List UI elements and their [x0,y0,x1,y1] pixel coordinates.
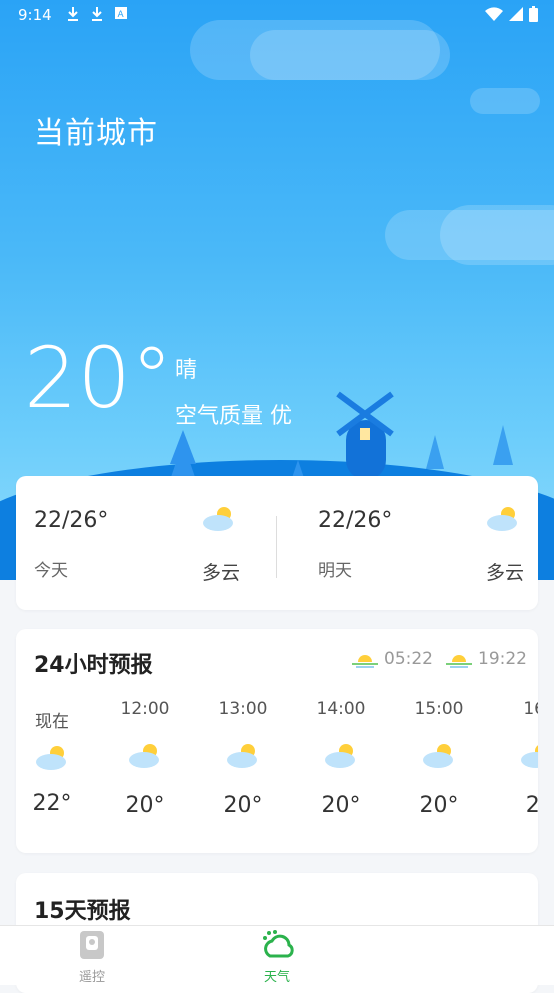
status-time: 9:14 [18,6,52,24]
system-icons [485,6,538,22]
battery-icon [529,6,538,22]
hour-temp: 20° [419,793,459,818]
partly-cloudy-icon [423,744,453,768]
cloud-decoration [440,205,554,265]
hour-item[interactable]: 12:00 20° [105,699,185,818]
sunrise-icon [352,655,378,668]
hour-time: 13:00 [218,699,268,719]
tomorrow-label: 明天 [318,561,352,581]
tab-remote-label: 遥控 [78,970,105,985]
hour-icon [497,743,538,777]
hour-item[interactable]: 14:00 20° [301,699,381,818]
hour-time: 16: [523,699,538,719]
partly-cloudy-icon [487,507,517,531]
status-bar: 9:14 A [0,0,554,30]
partly-cloudy-icon [36,746,66,770]
partly-cloudy-icon [203,507,233,531]
hour-temp: 20° [125,793,165,818]
tomorrow-condition: 多云 [486,562,525,584]
windmill-decoration [336,391,394,480]
bottom-tab-bar: 遥控 天气 [0,925,554,985]
current-temperature: 20° [24,329,173,427]
hour-temp: 2( [525,793,538,818]
hour-time: 12:00 [120,699,170,719]
tomorrow-temp-range: 22/26° [318,508,393,533]
remote-icon [80,931,104,959]
today-label: 今天 [34,561,68,581]
sunrise-time: 05:22 [384,649,433,669]
hour-icon [203,743,283,777]
hourly-forecast-card: 24小时预报 05:22 19:22 现在 22° 12:00 20° 13:0… [16,629,538,853]
tree-decoration [426,435,444,469]
city-name[interactable]: 当前城市 [34,108,158,152]
partly-cloudy-icon [521,745,538,768]
daily-summary-card: 22/26° 今天 多云 22/26° 明天 多云 [16,476,538,610]
tab-remote[interactable]: 遥控 [32,930,152,985]
sunset: 19:22 [446,649,527,669]
hour-time: 14:00 [316,699,366,719]
hour-icon [16,745,92,779]
tree-decoration [170,430,196,480]
download-icon [92,7,102,21]
today-condition: 多云 [202,562,241,584]
sunset-icon [446,655,472,668]
hour-temp: 22° [32,791,72,816]
divider [276,516,277,578]
forecast-15day-title: 15天预报 [34,899,131,924]
tab-weather-label: 天气 [263,970,290,985]
partly-cloudy-icon [325,744,355,768]
hour-item[interactable]: 现在 22° [16,699,92,816]
air-quality: 空气质量 优 [175,404,292,429]
hourly-title: 24小时预报 [34,653,153,678]
hour-item[interactable]: 15:00 20° [399,699,479,818]
current-condition: 晴 [175,358,198,383]
app-a-icon: A [115,7,127,20]
today-temp-range: 22/26° [34,508,109,533]
wifi-icon [485,7,503,21]
signal-icon [509,7,523,21]
hour-item[interactable]: 16: 2( [497,699,538,818]
tab-weather[interactable]: 天气 [217,930,337,985]
notification-icons: A [66,6,128,22]
partly-cloudy-icon [129,744,159,768]
weather-icon [263,930,294,958]
hour-time: 15:00 [414,699,464,719]
hour-icon [105,743,185,777]
download-icon [68,7,78,21]
hour-temp: 20° [223,793,263,818]
svg-text:A: A [118,10,125,20]
tomorrow-summary[interactable]: 22/26° 明天 多云 [288,476,538,610]
today-summary[interactable]: 22/26° 今天 多云 [16,476,266,610]
tree-decoration [493,425,513,465]
hour-time: 现在 [35,712,69,732]
hour-icon [399,743,479,777]
hour-temp: 20° [321,793,361,818]
sunrise: 05:22 [352,649,433,669]
cloud-decoration [250,30,450,80]
hour-item[interactable]: 13:00 20° [203,699,283,818]
hour-icon [301,743,381,777]
cloud-decoration [470,88,540,114]
sunset-time: 19:22 [478,649,527,669]
partly-cloudy-icon [227,744,257,768]
